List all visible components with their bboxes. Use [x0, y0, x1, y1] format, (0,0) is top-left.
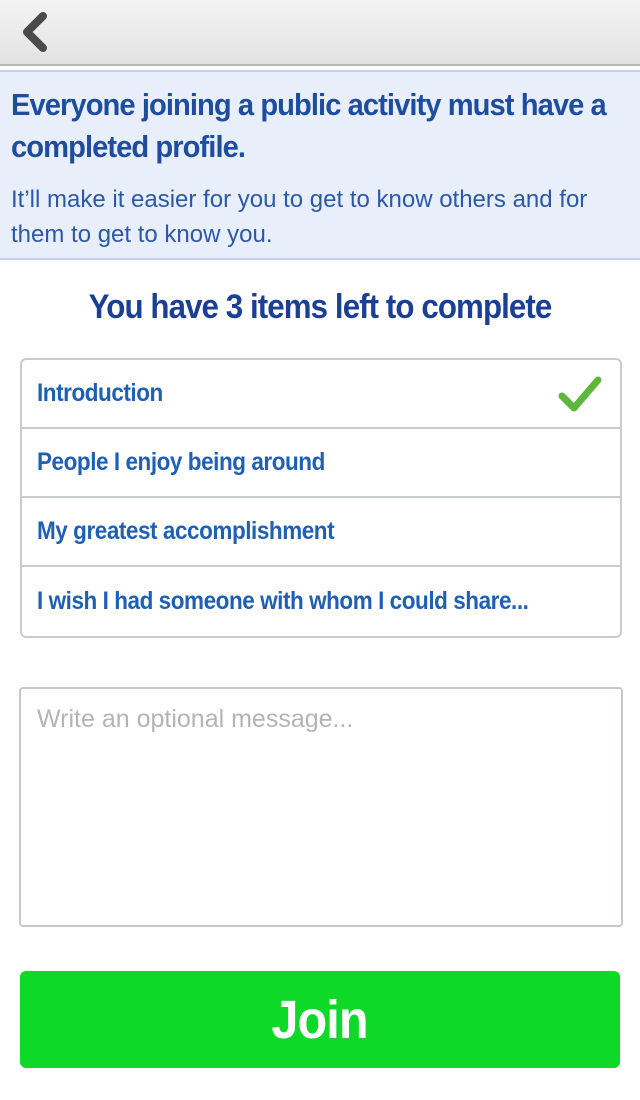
- profile-items-list: Introduction People I enjoy being around…: [20, 358, 622, 638]
- profile-item-people[interactable]: People I enjoy being around: [22, 429, 620, 498]
- join-button-label: Join: [271, 989, 369, 1050]
- profile-item-wish[interactable]: I wish I had someone with whom I could s…: [22, 567, 620, 636]
- profile-item-introduction[interactable]: Introduction: [22, 360, 620, 429]
- banner-title: Everyone joining a public activity must …: [11, 87, 607, 164]
- top-navigation-bar: [0, 0, 640, 66]
- items-left-heading: You have 3 items left to complete: [88, 288, 553, 326]
- profile-item-accomplishment[interactable]: My greatest accomplishment: [22, 498, 620, 567]
- profile-item-label: I wish I had someone with whom I could s…: [37, 587, 529, 615]
- profile-item-label: My greatest accomplishment: [37, 517, 335, 545]
- chevron-left-icon: [23, 12, 47, 52]
- profile-required-banner: Everyone joining a public activity must …: [0, 70, 640, 260]
- optional-message-input[interactable]: [19, 687, 623, 927]
- checkmark-icon: [558, 376, 602, 411]
- join-button[interactable]: Join: [20, 971, 620, 1068]
- profile-item-label: People I enjoy being around: [37, 448, 325, 476]
- banner-subtitle: It’ll make it easier for you to get to k…: [11, 186, 588, 248]
- back-button[interactable]: [10, 8, 58, 56]
- profile-item-label: Introduction: [37, 379, 163, 407]
